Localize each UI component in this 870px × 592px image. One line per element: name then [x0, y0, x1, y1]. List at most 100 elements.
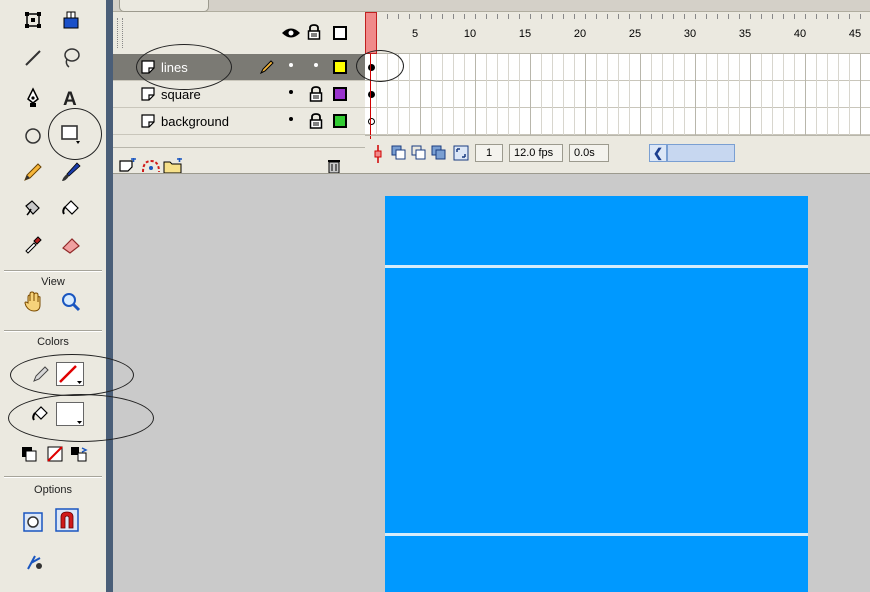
- lasso-tool-icon[interactable]: [58, 46, 84, 70]
- frame-cell-divider: [794, 108, 795, 135]
- frame-cell-divider: [420, 108, 421, 135]
- zoom-tool-icon[interactable]: [58, 290, 84, 314]
- frame-row-lines[interactable]: [365, 54, 870, 81]
- layer-color-outline[interactable]: [333, 60, 347, 74]
- frame-cell-divider: [486, 54, 487, 81]
- center-frame-icon[interactable]: [373, 144, 383, 164]
- frame-cell-divider: [816, 54, 817, 81]
- insert-folder-icon[interactable]: [163, 158, 183, 174]
- frame-cell-divider: [750, 108, 751, 135]
- lock-icon[interactable]: [309, 113, 323, 129]
- frame-cell-divider: [838, 81, 839, 108]
- panel-divider[interactable]: [106, 0, 113, 592]
- annotation-ellipse-stroke-color: [10, 354, 134, 396]
- panel-grip-icon[interactable]: [117, 18, 123, 48]
- frame-row-background[interactable]: [365, 108, 870, 135]
- ruler-tick: [574, 14, 575, 19]
- horizontal-line-bottom[interactable]: [385, 533, 808, 536]
- object-drawing-icon[interactable]: [20, 510, 46, 534]
- frame-cell-divider: [486, 81, 487, 108]
- show-hide-all-eye-icon[interactable]: [281, 26, 301, 43]
- frame-cell-divider: [420, 81, 421, 108]
- frame-ruler[interactable]: 151015202530354045: [365, 12, 870, 54]
- snap-to-objects-icon[interactable]: [54, 508, 80, 532]
- frame-rate[interactable]: 12.0 fps: [509, 144, 563, 162]
- pen-tool-icon[interactable]: [20, 86, 46, 110]
- eraser-tool-icon[interactable]: [58, 232, 84, 256]
- view-section-label: View: [41, 276, 65, 288]
- brush-tool-icon[interactable]: [58, 160, 84, 184]
- frames-area: 151015202530354045 1 12.0 fps 0.0s ❮: [365, 12, 870, 173]
- ruler-tick: [464, 14, 465, 19]
- modify-onion-markers-icon[interactable]: [453, 145, 469, 161]
- frame-cell-divider: [464, 54, 465, 81]
- text-tool-icon[interactable]: A: [58, 86, 84, 110]
- stage-canvas[interactable]: [385, 196, 808, 592]
- svg-text:A: A: [63, 89, 77, 109]
- frame-cell-divider: [640, 54, 641, 81]
- frame-cell-divider: [739, 108, 740, 135]
- swap-colors-icon[interactable]: [68, 442, 90, 466]
- layer-row-square[interactable]: square: [113, 81, 365, 108]
- line-tool-icon[interactable]: [20, 46, 46, 70]
- frame-cell-divider: [772, 108, 773, 135]
- frame-cell-divider: [662, 81, 663, 108]
- onion-skin-outlines-icon[interactable]: [411, 145, 427, 161]
- visibility-dot[interactable]: [289, 90, 293, 94]
- paint-bucket-tool-icon[interactable]: [58, 196, 84, 220]
- oval-tool-icon[interactable]: [20, 124, 46, 148]
- frame-row-square[interactable]: [365, 81, 870, 108]
- add-motion-guide-icon[interactable]: [141, 158, 161, 174]
- hand-tool-icon[interactable]: [20, 290, 46, 314]
- default-colors-icon[interactable]: [18, 442, 40, 466]
- visibility-dot[interactable]: [289, 117, 293, 121]
- horizontal-scroll-thumb[interactable]: [667, 144, 735, 162]
- smooth-straighten-icon[interactable]: [22, 550, 48, 574]
- scroll-left-button[interactable]: ❮: [649, 144, 667, 162]
- frame-cell-divider: [805, 81, 806, 108]
- no-color-icon[interactable]: [44, 442, 66, 466]
- frame-cell-divider: [431, 54, 432, 81]
- outline-all-icon[interactable]: [333, 26, 347, 40]
- frame-cell-divider: [519, 81, 520, 108]
- frame-cell-divider: [508, 54, 509, 81]
- delete-layer-icon[interactable]: [327, 158, 341, 174]
- frame-cell-divider: [486, 108, 487, 135]
- lock-icon[interactable]: [309, 86, 323, 102]
- free-transform-tool-icon[interactable]: [20, 8, 46, 32]
- playhead[interactable]: [365, 12, 377, 54]
- onion-skin-icon[interactable]: [391, 145, 407, 161]
- layer-color-outline[interactable]: [333, 87, 347, 101]
- timeline-tab[interactable]: [119, 0, 209, 12]
- frame-cell-divider: [629, 108, 630, 135]
- lock-all-icon[interactable]: [307, 24, 321, 43]
- visibility-dot[interactable]: [289, 63, 293, 67]
- layer-icon: [141, 114, 155, 128]
- layer-icon: [141, 87, 155, 101]
- pencil-tool-icon[interactable]: [20, 160, 46, 184]
- frame-cell-divider: [552, 54, 553, 81]
- edit-multiple-frames-icon[interactable]: [431, 145, 447, 161]
- frame-grid[interactable]: [365, 54, 870, 135]
- insert-layer-icon[interactable]: [119, 158, 137, 174]
- frame-cell-divider: [442, 54, 443, 81]
- frame-cell-divider: [574, 54, 575, 81]
- ruler-tick: [607, 14, 608, 19]
- eyedropper-tool-icon[interactable]: [20, 232, 46, 256]
- frame-cell-divider: [673, 108, 674, 135]
- frame-number: 45: [848, 28, 862, 40]
- stage-work-area[interactable]: [113, 173, 870, 592]
- frame-cell-divider: [409, 54, 410, 81]
- frame-cell-divider: [387, 81, 388, 108]
- layer-row-background[interactable]: background: [113, 108, 365, 135]
- frame-cell-divider: [585, 54, 586, 81]
- ruler-tick: [783, 14, 784, 19]
- fill-transform-tool-icon[interactable]: [58, 8, 84, 32]
- ruler-tick: [706, 14, 707, 19]
- ink-bottle-tool-icon[interactable]: [20, 196, 46, 220]
- layer-color-outline[interactable]: [333, 114, 347, 128]
- frame-cell-divider: [794, 54, 795, 81]
- lock-dot[interactable]: [314, 63, 318, 67]
- frame-cell-divider: [849, 54, 850, 81]
- horizontal-line-top[interactable]: [385, 265, 808, 268]
